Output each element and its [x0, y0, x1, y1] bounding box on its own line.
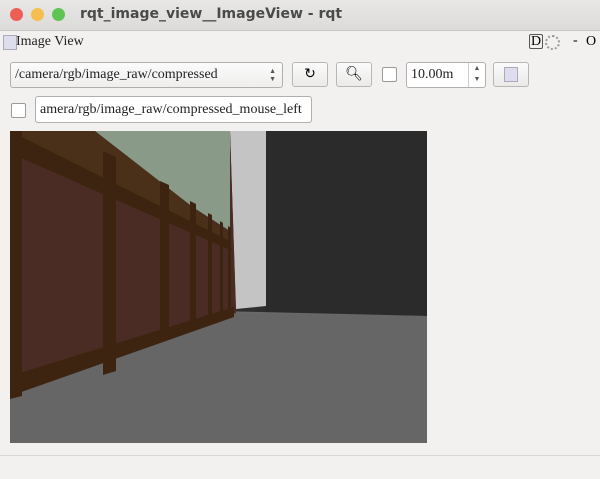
refresh-icon: ↻ — [304, 67, 316, 82]
minimize-button[interactable] — [31, 8, 44, 21]
maximize-button[interactable] — [52, 8, 65, 21]
mouse-topic-input[interactable]: amera/rgb/image_raw/compressed_mouse_lef… — [35, 96, 312, 123]
spin-arrows-icon[interactable]: ▲ ▼ — [468, 63, 485, 87]
close-button[interactable] — [10, 8, 23, 21]
spinbox-value: 10.00m — [411, 67, 454, 82]
rotation-spinbox[interactable]: 10.00m ▲ ▼ — [406, 62, 486, 88]
mouse-topic-value: amera/rgb/image_raw/compressed_mouse_lef… — [40, 101, 302, 117]
reload-icon[interactable] — [545, 35, 560, 50]
camera-image[interactable] — [10, 131, 427, 443]
minimize-plugin-button[interactable]: - — [573, 33, 578, 49]
publish-mouse-checkbox[interactable] — [11, 103, 26, 118]
zoom-icon: 🔍︎ — [345, 67, 363, 82]
save-image-button[interactable] — [493, 62, 529, 87]
plugin-icon — [3, 35, 17, 50]
window-title: rqt_image_view__ImageView - rqt — [80, 6, 343, 22]
image-icon — [504, 67, 518, 82]
title-bar: rqt_image_view__ImageView - rqt — [0, 0, 600, 31]
help-icon[interactable]: D — [529, 34, 544, 49]
refresh-button[interactable]: ↻ — [292, 62, 328, 87]
zoom-button[interactable]: 🔍︎ — [336, 62, 372, 87]
close-plugin-button[interactable]: O — [586, 34, 596, 50]
topic-select-value: /camera/rgb/image_raw/compressed — [15, 67, 218, 82]
plugin-title: Image View — [16, 34, 84, 49]
updown-icon: ▲ ▼ — [269, 67, 276, 83]
status-bar — [0, 455, 600, 479]
topic-select[interactable]: /camera/rgb/image_raw/compressed ▲ ▼ — [10, 62, 283, 88]
smooth-checkbox[interactable] — [382, 67, 397, 82]
